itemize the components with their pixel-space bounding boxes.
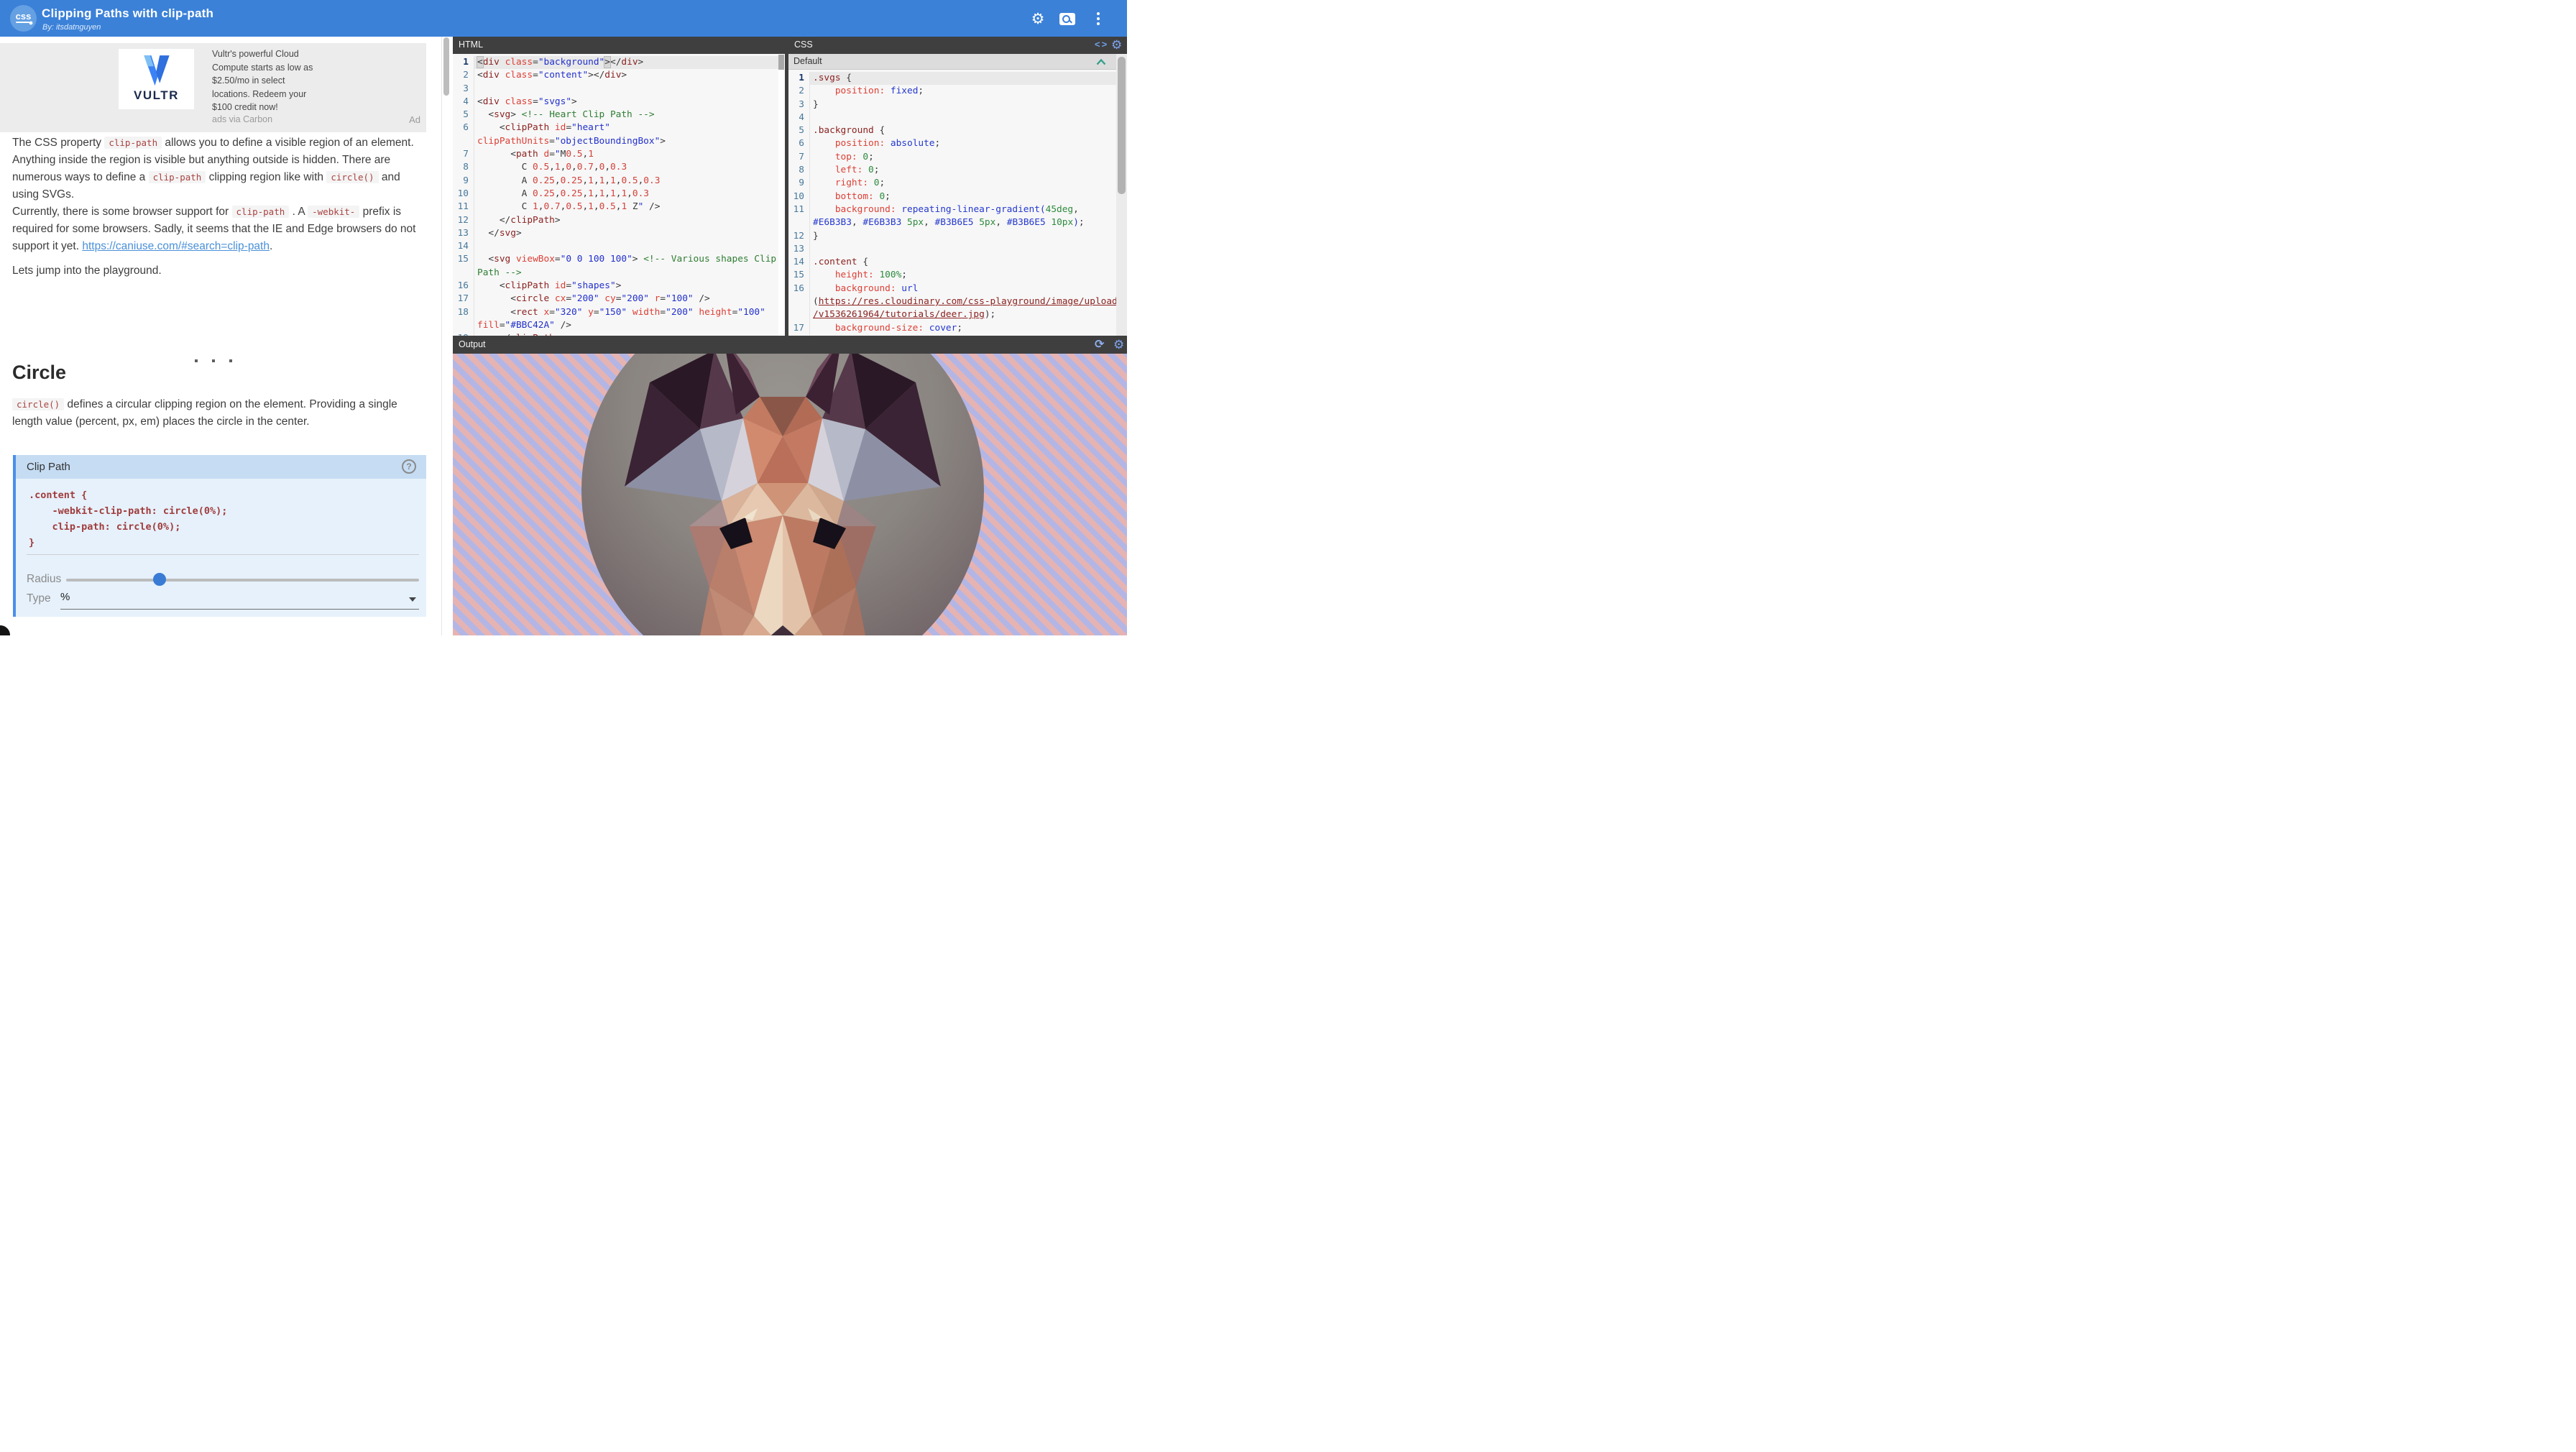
css-panel-title: CSS xyxy=(794,40,813,50)
widget-code-block: .content { -webkit-clip-path: circle(0%)… xyxy=(29,487,227,551)
gear-icon: ⚙ xyxy=(1031,12,1045,27)
css-code[interactable]: 1.svgs {2 position: fixed;3}4 5.backgrou… xyxy=(788,70,1116,338)
chevron-down-icon[interactable] xyxy=(409,597,416,602)
output-canvas xyxy=(453,354,1127,635)
clipped-deer-image xyxy=(581,354,984,635)
deer-low-poly-illustration xyxy=(581,354,984,635)
ad-copy[interactable]: Vultr's powerful CloudCompute starts as … xyxy=(212,47,370,114)
page-title: Clipping Paths with clip-path xyxy=(42,6,213,21)
article-scrollbar-track[interactable] xyxy=(441,37,454,635)
article-scrollbar-thumb[interactable] xyxy=(443,37,449,96)
paragraph-intro: The CSS property clip-path allows you to… xyxy=(12,134,427,203)
logo-text: css xyxy=(16,12,32,21)
ad-badge: Ad xyxy=(409,114,420,125)
html-panel-title: HTML xyxy=(459,40,483,50)
type-label: Type xyxy=(27,592,51,605)
circle-heading: Circle xyxy=(12,362,66,384)
html-code[interactable]: 1<div class="background"></div>2<div cla… xyxy=(453,54,778,338)
widget-divider xyxy=(27,554,419,555)
app-header: css Clipping Paths with clip-path By: it… xyxy=(0,0,1127,37)
inline-code: circle() xyxy=(12,398,64,410)
paragraph-support: Currently, there is some browser support… xyxy=(12,203,427,255)
radius-label: Radius xyxy=(27,573,61,586)
panel-divider[interactable] xyxy=(785,37,788,336)
widget-body: .content { -webkit-clip-path: circle(0%)… xyxy=(16,479,426,617)
type-select-underline xyxy=(60,609,419,610)
radius-slider[interactable] xyxy=(66,573,419,586)
paragraph-circle: circle() defines a circular clipping reg… xyxy=(12,396,427,431)
search-icon xyxy=(1059,13,1075,25)
ad-via-label[interactable]: ads via Carbon xyxy=(212,114,272,124)
editor-header-bar: HTML CSS <> ⚙ xyxy=(453,37,1127,54)
inline-code: clip-path xyxy=(149,171,206,183)
inline-code: clip-path xyxy=(232,206,290,218)
vultr-logo-icon xyxy=(142,55,172,87)
article-pane: VULTR Vultr's powerful CloudCompute star… xyxy=(0,37,441,635)
widget-header: Clip Path ? xyxy=(16,455,426,479)
code-icon[interactable]: <> xyxy=(1095,39,1108,50)
overflow-menu-button[interactable] xyxy=(1090,10,1107,27)
refresh-icon[interactable]: ⟳ xyxy=(1095,337,1104,351)
app-window: css Clipping Paths with clip-path By: it… xyxy=(0,0,1127,635)
clip-path-widget: Clip Path ? .content { -webkit-clip-path… xyxy=(13,455,426,617)
css-group-bar[interactable]: Default xyxy=(788,54,1116,70)
logo-underline-icon xyxy=(14,21,33,25)
paragraph-playground: Lets jump into the playground. xyxy=(12,262,427,280)
css-group-label: Default xyxy=(794,56,822,66)
ad-logo-box: VULTR xyxy=(119,49,194,109)
widget-title: Clip Path xyxy=(27,461,70,473)
chevron-up-icon[interactable] xyxy=(1096,59,1106,65)
help-icon[interactable]: ? xyxy=(402,459,416,474)
preview-search-button[interactable] xyxy=(1059,10,1076,27)
output-header-bar: Output ⟳ ⚙ xyxy=(453,336,1127,354)
settings-button[interactable]: ⚙ xyxy=(1029,10,1046,27)
inline-code: clip-path xyxy=(104,137,162,149)
inline-code: -webkit- xyxy=(308,206,359,218)
slider-thumb[interactable] xyxy=(153,573,166,586)
css-scrollbar-thumb[interactable] xyxy=(1118,57,1126,194)
slider-track[interactable] xyxy=(66,579,419,582)
output-settings-gear-icon[interactable]: ⚙ xyxy=(1113,338,1124,352)
ad-brand-text: VULTR xyxy=(134,88,179,103)
output-title: Output xyxy=(459,339,486,349)
css-settings-gear-icon[interactable]: ⚙ xyxy=(1111,38,1122,52)
type-select-value[interactable]: % xyxy=(60,591,70,603)
html-scrollbar-thumb[interactable] xyxy=(778,55,784,70)
kebab-menu-icon xyxy=(1097,12,1100,25)
caniuse-link[interactable]: https://caniuse.com/#search=clip-path xyxy=(82,240,270,252)
css-playground-logo[interactable]: css xyxy=(10,5,37,32)
page-byline: By: itsdatnguyen xyxy=(42,23,101,32)
inline-code: circle() xyxy=(326,171,378,183)
carbon-ad[interactable]: VULTR Vultr's powerful CloudCompute star… xyxy=(0,43,426,132)
